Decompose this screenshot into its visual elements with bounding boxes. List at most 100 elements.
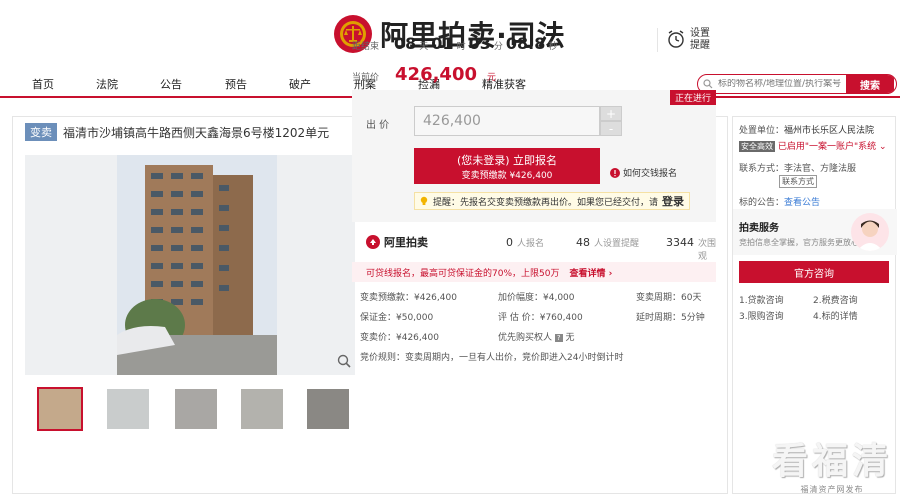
contact-badge[interactable]: 联系方式: [779, 175, 817, 188]
countdown-seconds: 08.8: [505, 34, 546, 53]
signup-count: 0 人报名: [506, 236, 544, 249]
countdown-hours: 01: [431, 34, 454, 53]
bid-increase-button[interactable]: +: [600, 106, 622, 121]
login-link[interactable]: 登录: [662, 193, 684, 209]
nav-item-court[interactable]: 法院: [96, 76, 118, 92]
thumbnail-3[interactable]: [175, 389, 217, 429]
detail-priority-value: 无: [565, 333, 575, 343]
contact-names: 李法官、方隆法服: [784, 164, 857, 174]
contact-badge-label: 联系方式: [779, 175, 817, 188]
countdown-days-unit: 天: [419, 42, 429, 52]
register-now-button[interactable]: (您未登录) 立即报名 变卖预缴款 ¥426,400: [414, 148, 600, 184]
item-title: 福清市沙埔镇高牛路西侧天鑫海景6号楼1202单元: [63, 125, 330, 140]
detail-increment: 加价幅度：¥4,000: [498, 293, 575, 303]
search-button[interactable]: 搜索: [846, 75, 894, 93]
view-notice-link[interactable]: 查看公告: [784, 198, 820, 208]
link-tax[interactable]: 2.税费咨询: [813, 293, 858, 306]
detail-priority: 优先购买权人 ? 无: [498, 330, 575, 343]
detail-cycle: 变卖周期：60天: [636, 293, 702, 303]
link-purchase-limit[interactable]: 3.限购咨询: [739, 309, 784, 322]
view-count-num: 3344: [666, 236, 694, 249]
view-count: 3344 次围观: [666, 236, 716, 262]
detail-deposit: 保证金：¥50,000: [360, 313, 434, 323]
disposal-unit-label: 处置单位：: [739, 126, 785, 136]
register-prepay-label: 变卖预缴款 ¥426,400: [461, 171, 553, 181]
lightbulb-icon: [420, 196, 428, 205]
bid-decrease-button[interactable]: -: [600, 121, 622, 136]
alarm-clock-icon: [666, 29, 686, 52]
register-now-label: (您未登录) 立即报名: [456, 154, 558, 167]
detail-start-price: 变卖价：¥426,400: [360, 333, 439, 343]
login-notice: 提醒：先报名交变卖预缴款再出价。如果您已经交付，请 登录: [414, 192, 690, 210]
countdown: 距结束 08 天 01 时 03 分 08.8 秒: [352, 34, 557, 53]
service-banner: 拍卖服务 竞拍信息全掌握，官方服务更放心: [733, 209, 897, 255]
nav-item-preview[interactable]: 预告: [225, 76, 247, 92]
sale-type-badge: 变卖: [25, 123, 57, 141]
notice-row: 标的公告：查看公告: [739, 195, 820, 208]
thumbnail-1[interactable]: [37, 387, 83, 431]
loan-detail-link[interactable]: 查看详情 ›: [569, 266, 612, 279]
ali-auction-icon: [366, 235, 380, 249]
zoom-icon[interactable]: [337, 354, 351, 371]
service-agent-avatar: [851, 213, 889, 251]
current-price-value: 426,400: [395, 64, 477, 85]
notice-label: 标的公告：: [739, 198, 785, 208]
service-subtitle: 竞拍信息全掌握，官方服务更放心: [739, 238, 859, 247]
search-bar: 搜索: [697, 74, 897, 94]
service-title: 拍卖服务: [739, 223, 779, 234]
loan-signup-note: 可贷线报名，最高可贷保证金的70%，上限50万 查看详情 ›: [352, 262, 716, 282]
loan-signup-text: 可贷线报名，最高可贷保证金的70%，上限50万: [366, 268, 560, 279]
nav-item-home[interactable]: 首页: [32, 76, 54, 92]
contact-label: 联系方式：: [739, 164, 785, 174]
auction-stats: 阿里拍卖 0 人报名 48 人设置提醒 3344 次围观: [352, 226, 716, 264]
watermark-small: 福清资产网发布: [800, 485, 864, 494]
watermark: 看福清 福清资产网发布: [772, 432, 892, 495]
how-to-pay-link[interactable]: 如何交钱报名: [610, 166, 677, 179]
photo-thumbnails: [25, 387, 355, 433]
official-consult-button[interactable]: 官方咨询: [739, 261, 889, 283]
status-badge: 正在进行: [669, 90, 716, 105]
detail-priority-label: 优先购买权人: [498, 333, 553, 343]
link-loan[interactable]: 1.贷款咨询: [739, 293, 784, 306]
signup-count-num: 0: [506, 236, 513, 249]
contact-row: 联系方式：李法官、方隆法服: [739, 161, 856, 174]
bid-label: 出 价: [366, 120, 390, 131]
nav-item-announcement[interactable]: 公告: [160, 76, 182, 92]
nav-item-bankruptcy[interactable]: 破产: [289, 76, 311, 92]
thumbnail-5[interactable]: [307, 389, 349, 429]
info-icon: [610, 167, 620, 178]
set-reminder-button[interactable]: 设置提醒: [657, 28, 712, 52]
bid-amount-input[interactable]: 426,400: [414, 106, 600, 136]
thumbnail-2[interactable]: [107, 389, 149, 429]
signup-count-label: 人报名: [517, 239, 545, 249]
reminder-count: 48 人设置提醒: [576, 236, 639, 249]
disposal-unit-link[interactable]: 福州市长乐区人民法院: [784, 126, 874, 136]
countdown-days: 08: [394, 34, 417, 53]
login-notice-text: 提醒：先报名交变卖预缴款再出价。如果您已经交付，请: [433, 197, 659, 208]
watermark-big: 看福清: [771, 441, 892, 482]
detail-prepay: 变卖预缴款：¥426,400: [360, 293, 457, 303]
stats-logo-text: 阿里拍卖: [384, 236, 428, 249]
countdown-seconds-unit: 秒: [548, 42, 558, 52]
link-item-detail[interactable]: 4.标的详情: [813, 309, 858, 322]
how-to-pay-label: 如何交钱报名: [623, 169, 678, 179]
security-text[interactable]: 已启用"一案一账户"系统 ⌄: [778, 142, 887, 152]
countdown-hours-unit: 时: [456, 42, 466, 52]
security-row: 安全高效 已启用"一案一账户"系统 ⌄: [739, 139, 887, 152]
reminder-count-label: 人设置提醒: [594, 239, 640, 249]
current-price-row: 当前价 426,400 元: [352, 64, 496, 85]
disposal-unit: 处置单位：福州市长乐区人民法院: [739, 123, 874, 136]
item-title-row: 变卖 福清市沙埔镇高牛路西侧天鑫海景6号楼1202单元: [25, 123, 329, 141]
main-property-photo[interactable]: [25, 155, 355, 375]
thumbnail-4[interactable]: [241, 389, 283, 429]
countdown-panel: 距结束 08 天 01 时 03 分 08.8 秒 当前价 426,400 元 …: [352, 26, 716, 88]
search-input[interactable]: [718, 79, 846, 89]
security-badge: 安全高效: [739, 141, 775, 152]
set-reminder-label: 设置提醒: [690, 28, 710, 51]
question-icon[interactable]: ?: [554, 334, 563, 342]
bid-box: 正在进行 出 价 426,400 + - (您未登录) 立即报名 变卖预缴款 ¥…: [352, 90, 716, 222]
view-count-label: 次围观: [698, 239, 717, 262]
countdown-label: 距结束: [352, 42, 380, 52]
detail-appraisal: 评 估 价：¥760,400: [498, 313, 583, 323]
detail-rules: 竞价规则：变卖周期内，一旦有人出价，竞价即进入24小时倒计时: [360, 353, 624, 363]
